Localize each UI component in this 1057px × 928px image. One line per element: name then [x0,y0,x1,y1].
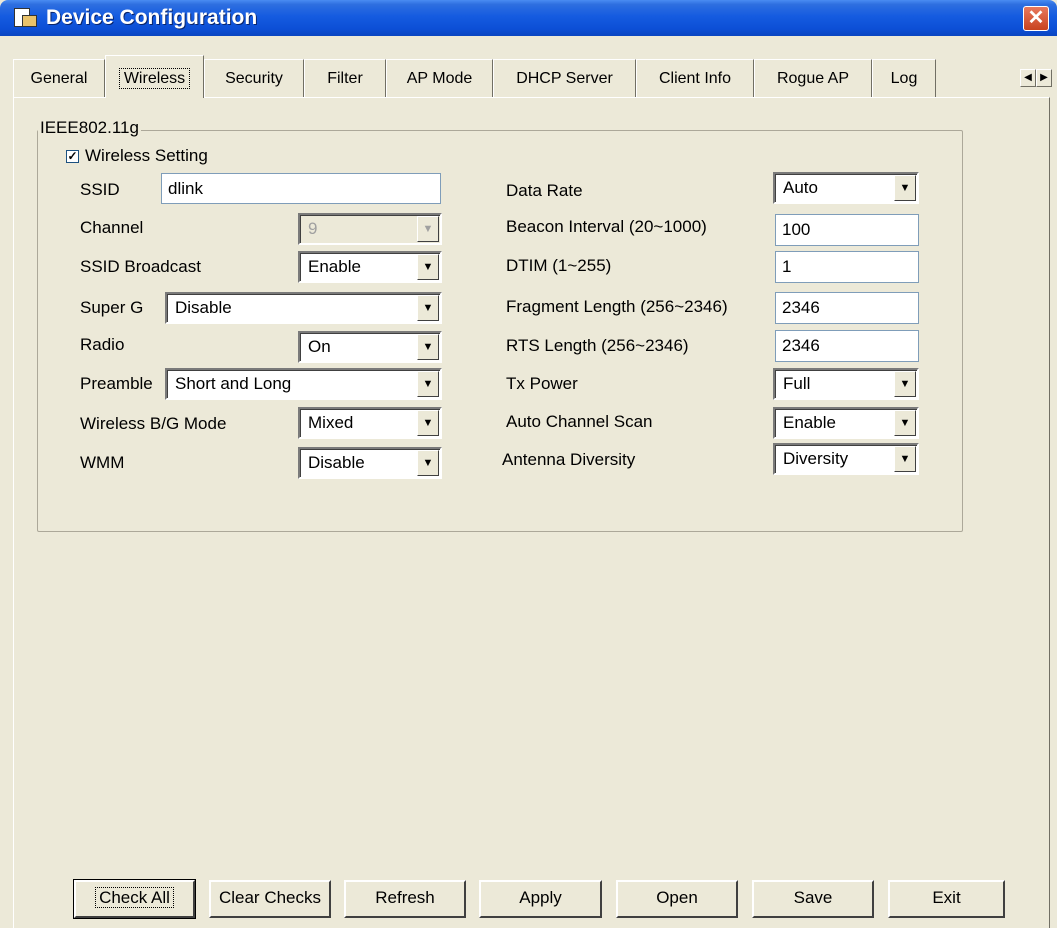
auto-channel-scan-label: Auto Channel Scan [506,412,653,431]
rts-length-label: RTS Length (256~2346) [506,336,689,355]
chevron-down-icon: ▼ [417,216,439,242]
preamble-value: Short and Long [175,374,292,393]
check-all-label: Check All [95,887,174,908]
ssid-input[interactable]: dlink [161,173,441,204]
chevron-down-icon[interactable]: ▼ [417,371,439,397]
dtim-input[interactable]: 1 [775,251,919,283]
groupbox-legend: IEEE802.11g [38,118,141,138]
tab-rogue-ap[interactable]: Rogue AP [754,59,872,97]
app-icon [14,8,37,28]
chevron-down-icon[interactable]: ▼ [894,371,916,397]
preamble-select[interactable]: Short and Long ▼ [165,368,442,400]
tx-power-label: Tx Power [506,374,578,393]
tab-filter[interactable]: Filter [304,59,386,97]
tab-ap-mode[interactable]: AP Mode [386,59,493,97]
tab-dhcp-server[interactable]: DHCP Server [493,59,636,97]
tab-log[interactable]: Log [872,59,936,97]
chevron-down-icon[interactable]: ▼ [417,254,439,280]
apply-button[interactable]: Apply [479,880,602,918]
tx-power-value: Full [783,374,811,393]
ssid-broadcast-value: Enable [308,257,361,276]
rts-length-input[interactable]: 2346 [775,330,919,362]
channel-select: 9 ▼ [298,213,442,245]
radio-value: On [308,337,331,356]
data-rate-value: Auto [783,178,818,197]
bg-mode-value: Mixed [308,413,354,432]
ssid-broadcast-select[interactable]: Enable ▼ [298,251,442,283]
auto-channel-scan-select[interactable]: Enable ▼ [773,407,919,439]
clear-checks-button[interactable]: Clear Checks [209,880,331,918]
tab-wireless[interactable]: Wireless [105,55,204,98]
check-all-button[interactable]: Check All [73,879,196,919]
save-button[interactable]: Save [752,880,874,918]
ssid-broadcast-label: SSID Broadcast [80,257,201,276]
data-rate-select[interactable]: Auto ▼ [773,172,919,204]
wmm-value: Disable [308,453,365,472]
tab-scroll-right-icon[interactable]: ▶ [1036,69,1052,87]
close-button[interactable]: ✕ [1023,6,1049,31]
refresh-button[interactable]: Refresh [344,880,466,918]
super-g-select[interactable]: Disable ▼ [165,292,442,324]
wireless-setting-label: Wireless Setting [85,146,208,165]
bg-mode-label: Wireless B/G Mode [80,414,227,433]
fragment-length-input[interactable]: 2346 [775,292,919,324]
title-bar[interactable]: Device Configuration ✕ [0,0,1057,36]
dtim-label: DTIM (1~255) [506,256,612,275]
tab-security[interactable]: Security [204,59,304,97]
chevron-down-icon[interactable]: ▼ [417,295,439,321]
antenna-diversity-label: Antenna Diversity [502,450,636,469]
chevron-down-icon[interactable]: ▼ [894,410,916,436]
radio-label: Radio [80,335,125,354]
tab-wireless-label: Wireless [118,68,191,89]
ssid-label: SSID [80,180,120,199]
chevron-down-icon[interactable]: ▼ [417,450,439,476]
tab-client-info[interactable]: Client Info [636,59,754,97]
wmm-label: WMM [80,453,125,472]
channel-value: 9 [308,219,318,238]
exit-button[interactable]: Exit [888,880,1005,918]
wmm-select[interactable]: Disable ▼ [298,447,442,479]
tab-general[interactable]: General [13,59,105,97]
tab-scroll-arrows: ◀ ▶ [1020,69,1052,97]
super-g-value: Disable [175,298,232,317]
tab-strip: General Wireless Security Filter AP Mode… [0,55,1057,98]
chevron-down-icon[interactable]: ▼ [894,446,916,472]
tab-scroll-left-icon[interactable]: ◀ [1020,69,1036,87]
chevron-down-icon[interactable]: ▼ [417,334,439,360]
antenna-diversity-select[interactable]: Diversity ▼ [773,443,919,475]
fragment-length-label: Fragment Length (256~2346) [506,297,728,316]
auto-channel-scan-value: Enable [783,413,836,432]
data-rate-label: Data Rate [506,181,583,200]
window-title: Device Configuration [46,6,258,29]
open-button[interactable]: Open [616,880,738,918]
radio-select[interactable]: On ▼ [298,331,442,363]
wireless-setting-row[interactable]: ✓ Wireless Setting [66,146,208,166]
chevron-down-icon[interactable]: ▼ [417,410,439,436]
bg-mode-select[interactable]: Mixed ▼ [298,407,442,439]
antenna-diversity-value: Diversity [783,449,849,468]
beacon-interval-input[interactable]: 100 [775,214,919,246]
chevron-down-icon[interactable]: ▼ [894,175,916,201]
tx-power-select[interactable]: Full ▼ [773,368,919,400]
beacon-interval-label: Beacon Interval (20~1000) [506,217,707,236]
wireless-setting-checkbox[interactable]: ✓ [66,149,79,163]
preamble-label: Preamble [80,374,153,393]
channel-label: Channel [80,218,144,237]
super-g-label: Super G [80,298,144,317]
